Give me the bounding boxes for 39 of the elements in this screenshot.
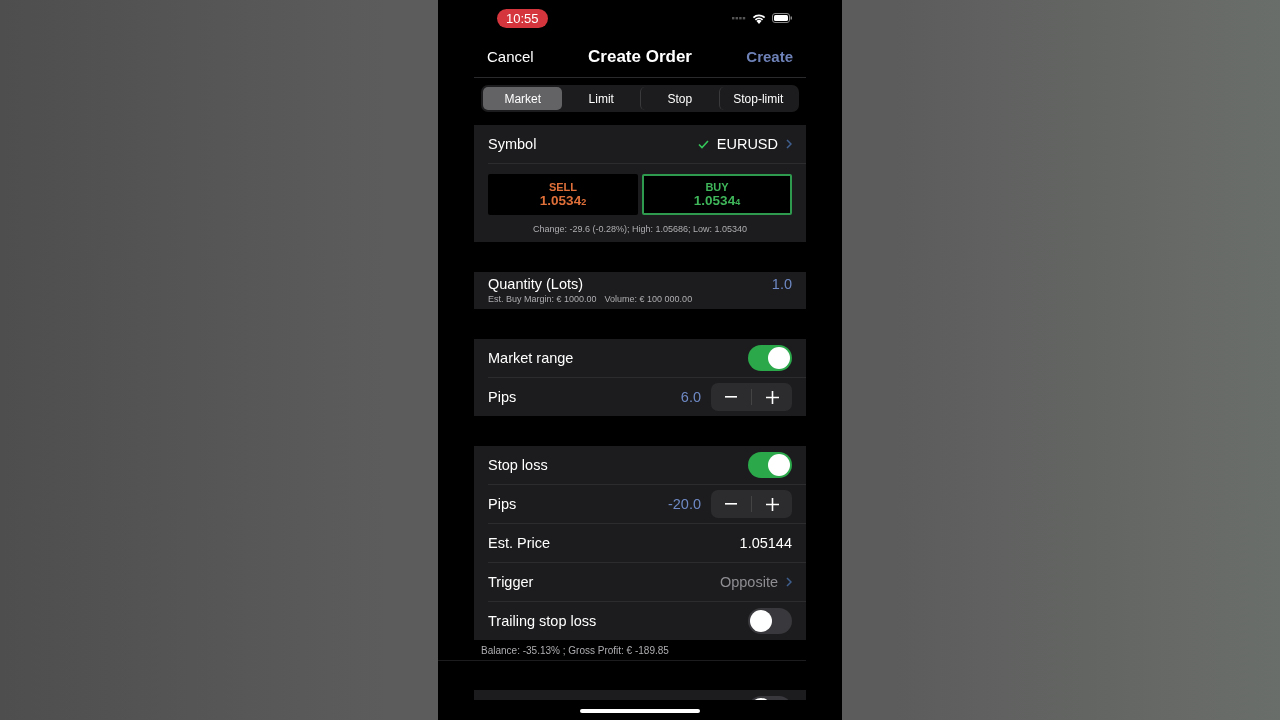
row-label: Est. Price — [488, 535, 552, 551]
cancel-button[interactable]: Cancel — [474, 48, 547, 65]
row-label: Stop loss — [488, 457, 549, 473]
row-label: Market range — [488, 350, 575, 366]
wifi-icon — [752, 12, 766, 24]
chevron-icon — [786, 577, 792, 587]
order-type-tab[interactable]: Limit — [561, 87, 640, 110]
minus-icon — [725, 503, 737, 505]
symbol-value[interactable]: EURUSD — [716, 136, 778, 152]
pips-value: -20.0 — [667, 496, 701, 512]
minus-icon — [725, 396, 737, 398]
row-label: Pips — [488, 496, 518, 512]
chevron-icon — [786, 139, 792, 149]
plus-icon — [765, 390, 779, 404]
row-label: Pips — [488, 389, 518, 405]
row-label: Trailing stop loss — [488, 613, 598, 629]
pips-value: 6.0 — [680, 389, 701, 405]
order-type-tab[interactable]: Stop — [640, 87, 719, 110]
quantity-value[interactable]: 1.0 — [771, 276, 792, 292]
row-label: Quantity (Lots) — [488, 276, 585, 292]
toggle-switch[interactable] — [748, 608, 792, 634]
market-info-text: Change: -29.6 (-0.28%); High: 1.05686; Low: 1.05340 — [531, 223, 749, 236]
order-type-tab[interactable]: Stop-limit — [718, 87, 797, 110]
toggle-switch[interactable] — [748, 452, 792, 478]
screen-title: Create Order — [588, 46, 692, 67]
trigger-value[interactable]: Opposite — [719, 574, 778, 590]
row-label: Trigger — [488, 574, 535, 590]
battery-icon — [772, 13, 792, 23]
status-time: 10:55 — [497, 8, 548, 28]
margin-info-text: Est. Buy Margin: € 1000.00 — [488, 294, 597, 304]
row-label: Symbol — [488, 136, 538, 152]
margin-info-text: Volume: € 100 000.00 — [604, 294, 693, 304]
create-button[interactable]: Create — [733, 48, 806, 65]
order-type-tab[interactable]: Market — [483, 87, 562, 110]
profit-info-text: Balance: -35.13% ; Gross Profit: € -189.85 — [438, 640, 806, 661]
signal-icon — [732, 16, 746, 20]
price-value: 1.05144 — [739, 535, 792, 551]
toggle-switch[interactable] — [748, 345, 792, 371]
plus-icon — [765, 497, 779, 511]
